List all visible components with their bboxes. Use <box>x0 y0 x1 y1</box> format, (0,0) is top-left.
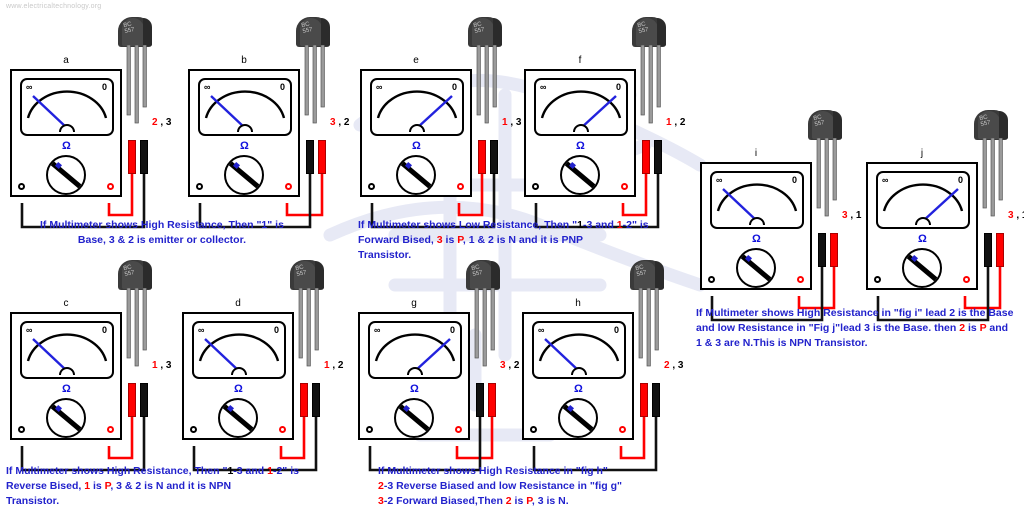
transistor-body: BC 557 <box>118 17 152 47</box>
red-test-lead-wire <box>107 174 134 217</box>
caption-line: Reverse Bised, 1 is P, 3 & 2 is N and it… <box>6 479 299 494</box>
transistor-curved-side <box>657 18 666 46</box>
transistor-body: BC 557 <box>808 110 842 140</box>
red-test-lead-wire <box>107 417 134 460</box>
black-test-lead-wire <box>532 417 658 472</box>
transistor-body: BC 557 <box>630 260 664 290</box>
caption-text-segment: Forward Bised, <box>358 234 437 246</box>
caption-line: 1 & 3 are N.This is NPN Transistor. <box>696 336 1013 351</box>
caption-text-segment: , 3 & 2 is N and it is NPN <box>110 480 232 492</box>
transistor-curved-side <box>655 261 664 289</box>
caption-line: If Multimeter shows High Resistance, The… <box>40 218 284 233</box>
transistor-body: BC 557 <box>118 260 152 290</box>
caption-line: If Multimeter shows High Resistance, The… <box>6 464 299 479</box>
transistor-body: BC 557 <box>466 260 500 290</box>
transistor-part-marking: BC 557 <box>979 114 991 127</box>
black-test-lead-wire <box>192 417 318 472</box>
caption-line: Forward Bised, 3 is P, 1 & 2 is N and it… <box>358 233 649 248</box>
transistor-curved-side <box>315 261 324 289</box>
caption-text-segment: is <box>90 480 105 492</box>
caption-line: Base, 3 & 2 is emitter or collector. <box>40 233 284 248</box>
transistor-body: BC 557 <box>974 110 1008 140</box>
caption-text-segment: Reverse Bised, <box>6 480 85 492</box>
caption-text-segment: -2" is <box>622 219 649 231</box>
black-test-lead-wire <box>20 417 146 472</box>
caption-line: If Multimeter shows Low Resistance, Then… <box>358 218 649 233</box>
caption-text-segment: Base, 3 & 2 is emitter or collector. <box>77 234 246 246</box>
transistor-body: BC 557 <box>632 17 666 47</box>
transistor-part-marking: BC 557 <box>637 21 649 34</box>
transistor-curved-side <box>999 111 1008 139</box>
caption-line: 3-2 Forward Biased,Then 2 is P, 3 is N. <box>378 494 622 509</box>
caption-top-left: If Multimeter shows High Resistance, The… <box>40 218 284 248</box>
red-test-lead-wire <box>285 174 324 217</box>
red-test-lead-wire <box>619 417 646 460</box>
transistor-part-marking: BC 557 <box>635 264 647 277</box>
red-test-lead-wire <box>963 267 1002 310</box>
transistor-curved-side <box>143 18 152 46</box>
transistor-curved-side <box>143 261 152 289</box>
caption-text-segment: is <box>511 495 527 507</box>
transistor-part-marking: BC 557 <box>813 114 825 127</box>
transistor-curved-side <box>833 111 842 139</box>
transistor-body: BC 557 <box>296 17 330 47</box>
transistor-curved-side <box>321 18 330 46</box>
caption-text-segment: If Multimeter shows High Resistance in "… <box>378 465 608 477</box>
caption-text-segment: Transistor. <box>358 249 412 261</box>
red-test-lead-wire <box>797 267 836 310</box>
caption-text-segment: -3 and <box>582 219 617 231</box>
caption-text-segment: , 3 is N. <box>531 495 569 507</box>
caption-text-segment: is <box>965 322 980 334</box>
caption-text-segment: If Multimeter shows High Resistance, The… <box>6 465 228 477</box>
caption-text-segment: -2" is <box>272 465 299 477</box>
caption-text-segment: -3 and <box>233 465 268 477</box>
site-watermark: www.electricaltechnology.org <box>6 3 102 10</box>
red-test-lead-wire <box>457 174 484 217</box>
caption-text-segment: -2 Forward Biased,Then <box>383 495 506 507</box>
caption-top-middle: If Multimeter shows Low Resistance, Then… <box>358 218 649 263</box>
caption-text-segment: and low Resistance in "Fig j"lead 3 is t… <box>696 322 960 334</box>
caption-text-segment: and <box>986 322 1009 334</box>
transistor-part-marking: BC 557 <box>295 264 307 277</box>
caption-text-segment: 1 & 3 are N.This is NPN Transistor. <box>696 337 868 349</box>
transistor-body: BC 557 <box>468 17 502 47</box>
caption-text-segment: Transistor. <box>6 495 60 507</box>
transistor-curved-side <box>491 261 500 289</box>
caption-text-segment: -3 Reverse Biased and low Resistance in … <box>383 480 622 492</box>
caption-line: 2-3 Reverse Biased and low Resistance in… <box>378 479 622 494</box>
caption-line: If Multimeter shows High Resistance in "… <box>696 306 1013 321</box>
black-test-lead-wire <box>368 417 482 472</box>
transistor-part-marking: BC 557 <box>123 21 135 34</box>
transistor-part-marking: BC 557 <box>301 21 313 34</box>
caption-text-segment: If Multimeter shows Low Resistance, Then… <box>358 219 578 231</box>
caption-line: Transistor. <box>358 248 649 263</box>
red-test-lead-wire <box>621 174 648 217</box>
caption-line: If Multimeter shows High Resistance in "… <box>378 464 622 479</box>
red-test-lead-wire <box>455 417 494 460</box>
transistor-part-marking: BC 557 <box>471 264 483 277</box>
transistor-curved-side <box>493 18 502 46</box>
transistor-part-marking: BC 557 <box>473 21 485 34</box>
transistor-part-marking: BC 557 <box>123 264 135 277</box>
transistor-body: BC 557 <box>290 260 324 290</box>
red-test-lead-wire <box>279 417 306 460</box>
caption-right: If Multimeter shows High Resistance in "… <box>696 306 1013 351</box>
caption-bottom-middle: If Multimeter shows High Resistance in "… <box>378 464 622 509</box>
caption-line: and low Resistance in "Fig j"lead 3 is t… <box>696 321 1013 336</box>
caption-text-segment: If Multimeter shows High Resistance in "… <box>696 307 1014 319</box>
caption-text-segment: If Multimeter shows High Resistance, The… <box>40 219 284 231</box>
caption-bottom-left: If Multimeter shows High Resistance, The… <box>6 464 299 509</box>
caption-line: Transistor. <box>6 494 299 509</box>
caption-text-segment: , 1 & 2 is N and it is PNP <box>462 234 584 246</box>
caption-text-segment: is <box>442 234 458 246</box>
